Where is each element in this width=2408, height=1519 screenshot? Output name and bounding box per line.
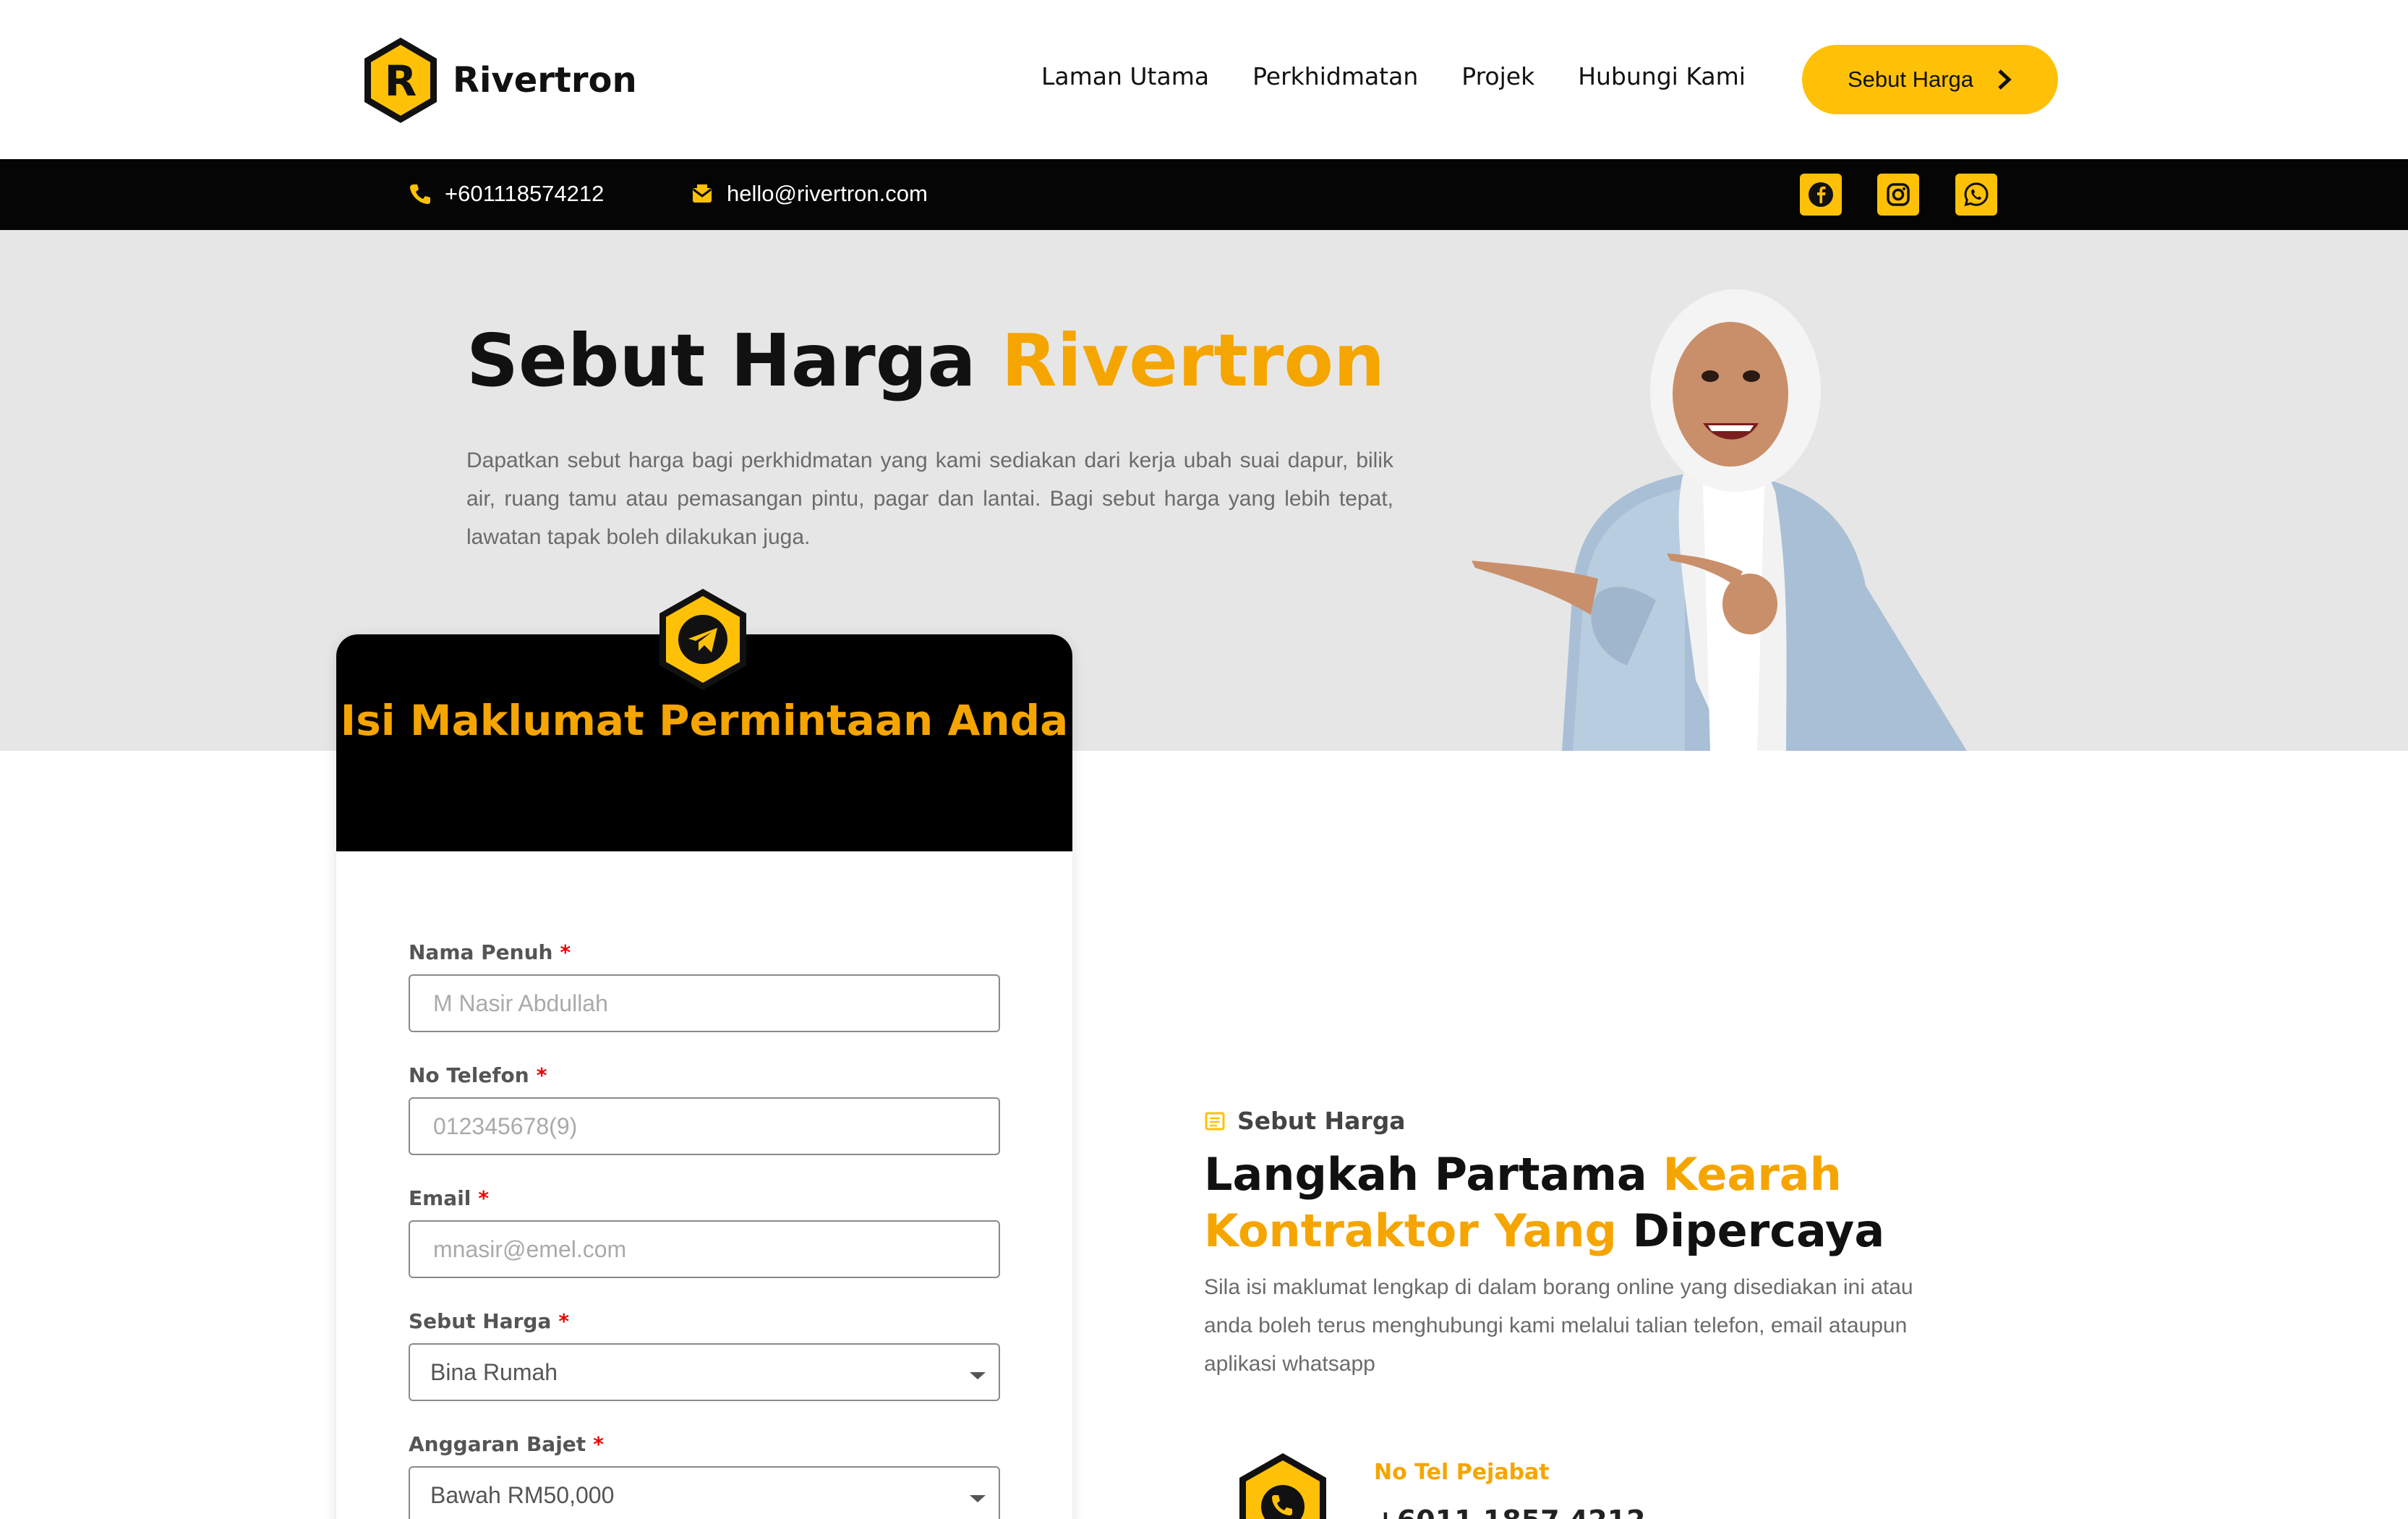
quote-type-value: Bina Rumah bbox=[430, 1358, 558, 1385]
info-description: Sila isi maklumat lengkap di dalam boran… bbox=[1204, 1275, 1913, 1376]
facebook-icon bbox=[1809, 182, 1833, 207]
hero-title-main: Sebut Harga bbox=[466, 318, 1002, 403]
hero-description: Dapatkan sebut harga bagi perkhidmatan y… bbox=[466, 448, 1393, 549]
hero-person-image bbox=[1472, 289, 1967, 751]
quote-button[interactable]: Sebut Harga bbox=[1802, 45, 2058, 114]
quote-button-label: Sebut Harga bbox=[1847, 67, 1974, 92]
office-phone-icon bbox=[1239, 1453, 1326, 1519]
email-placeholder: mnasir@emel.com bbox=[433, 1235, 627, 1262]
nav-home[interactable]: Laman Utama bbox=[1041, 62, 1209, 90]
chevron-right-icon bbox=[1998, 69, 2012, 90]
hero-title: Sebut Harga Rivertron bbox=[466, 318, 1385, 403]
section-tag: Sebut Harga bbox=[1204, 1107, 1406, 1135]
instagram-icon bbox=[1887, 183, 1910, 206]
budget-select[interactable]: Bawah RM50,000 bbox=[409, 1466, 1000, 1519]
chevron-down-icon bbox=[970, 1495, 986, 1502]
email-input[interactable]: mnasir@emel.com bbox=[409, 1220, 1000, 1278]
nav-contact[interactable]: Hubungi Kami bbox=[1578, 62, 1746, 90]
phone-text: +601118574212 bbox=[445, 181, 605, 206]
phone-contact[interactable]: +601118574212 bbox=[409, 181, 604, 207]
nav-projects[interactable]: Projek bbox=[1461, 62, 1534, 90]
nav-services[interactable]: Perkhidmatan bbox=[1252, 62, 1418, 90]
chevron-down-icon bbox=[970, 1372, 986, 1379]
quote-type-label: Sebut Harga * bbox=[409, 1309, 569, 1333]
site-header: R Rivertron Laman Utama Perkhidmatan Pro… bbox=[0, 0, 2408, 159]
phone-placeholder: 012345678(9) bbox=[433, 1112, 578, 1139]
full-name-label: Nama Penuh * bbox=[409, 940, 571, 964]
send-icon bbox=[659, 589, 746, 690]
email-contact[interactable]: hello@rivertron.com bbox=[691, 181, 928, 207]
instagram-link[interactable] bbox=[1877, 174, 1919, 216]
office-phone-label: No Tel Pejabat bbox=[1374, 1460, 1550, 1485]
logo-hexagon-icon: R bbox=[364, 38, 437, 123]
email-text: hello@rivertron.com bbox=[727, 181, 928, 206]
facebook-link[interactable] bbox=[1800, 174, 1842, 216]
mail-icon bbox=[693, 184, 712, 203]
full-name-placeholder: M Nasir Abdullah bbox=[433, 990, 608, 1016]
whatsapp-link[interactable] bbox=[1955, 174, 1997, 216]
document-icon bbox=[1205, 1112, 1225, 1130]
whatsapp-icon bbox=[1964, 182, 1989, 207]
email-label: Email * bbox=[409, 1186, 490, 1210]
office-phone-number[interactable]: +6011 1857 4212 bbox=[1374, 1505, 1646, 1519]
budget-label: Anggaran Bajet * bbox=[409, 1432, 604, 1456]
info-title: Langkah Partama Kearah Kontraktor Yang D… bbox=[1204, 1148, 1885, 1257]
hero-title-accent: Rivertron bbox=[1001, 318, 1386, 403]
phone-input[interactable]: 012345678(9) bbox=[409, 1097, 1000, 1155]
logo-letter: R bbox=[385, 56, 417, 106]
contact-bar: +601118574212 hello@rivertron.com bbox=[0, 159, 2408, 230]
section-tag-label: Sebut Harga bbox=[1237, 1107, 1406, 1135]
site-logo[interactable]: R Rivertron bbox=[362, 35, 637, 126]
full-name-input[interactable]: M Nasir Abdullah bbox=[409, 974, 1000, 1032]
phone-icon bbox=[410, 184, 430, 204]
phone-label: No Telefon * bbox=[409, 1063, 547, 1087]
quote-type-select[interactable]: Bina Rumah bbox=[409, 1343, 1000, 1401]
brand-name: Rivertron bbox=[453, 60, 637, 101]
budget-value: Bawah RM50,000 bbox=[430, 1481, 615, 1508]
main-nav: Laman Utama Perkhidmatan Projek Hubungi … bbox=[1041, 62, 1746, 90]
form-title: Isi Maklumat Permintaan Anda bbox=[340, 696, 1069, 745]
